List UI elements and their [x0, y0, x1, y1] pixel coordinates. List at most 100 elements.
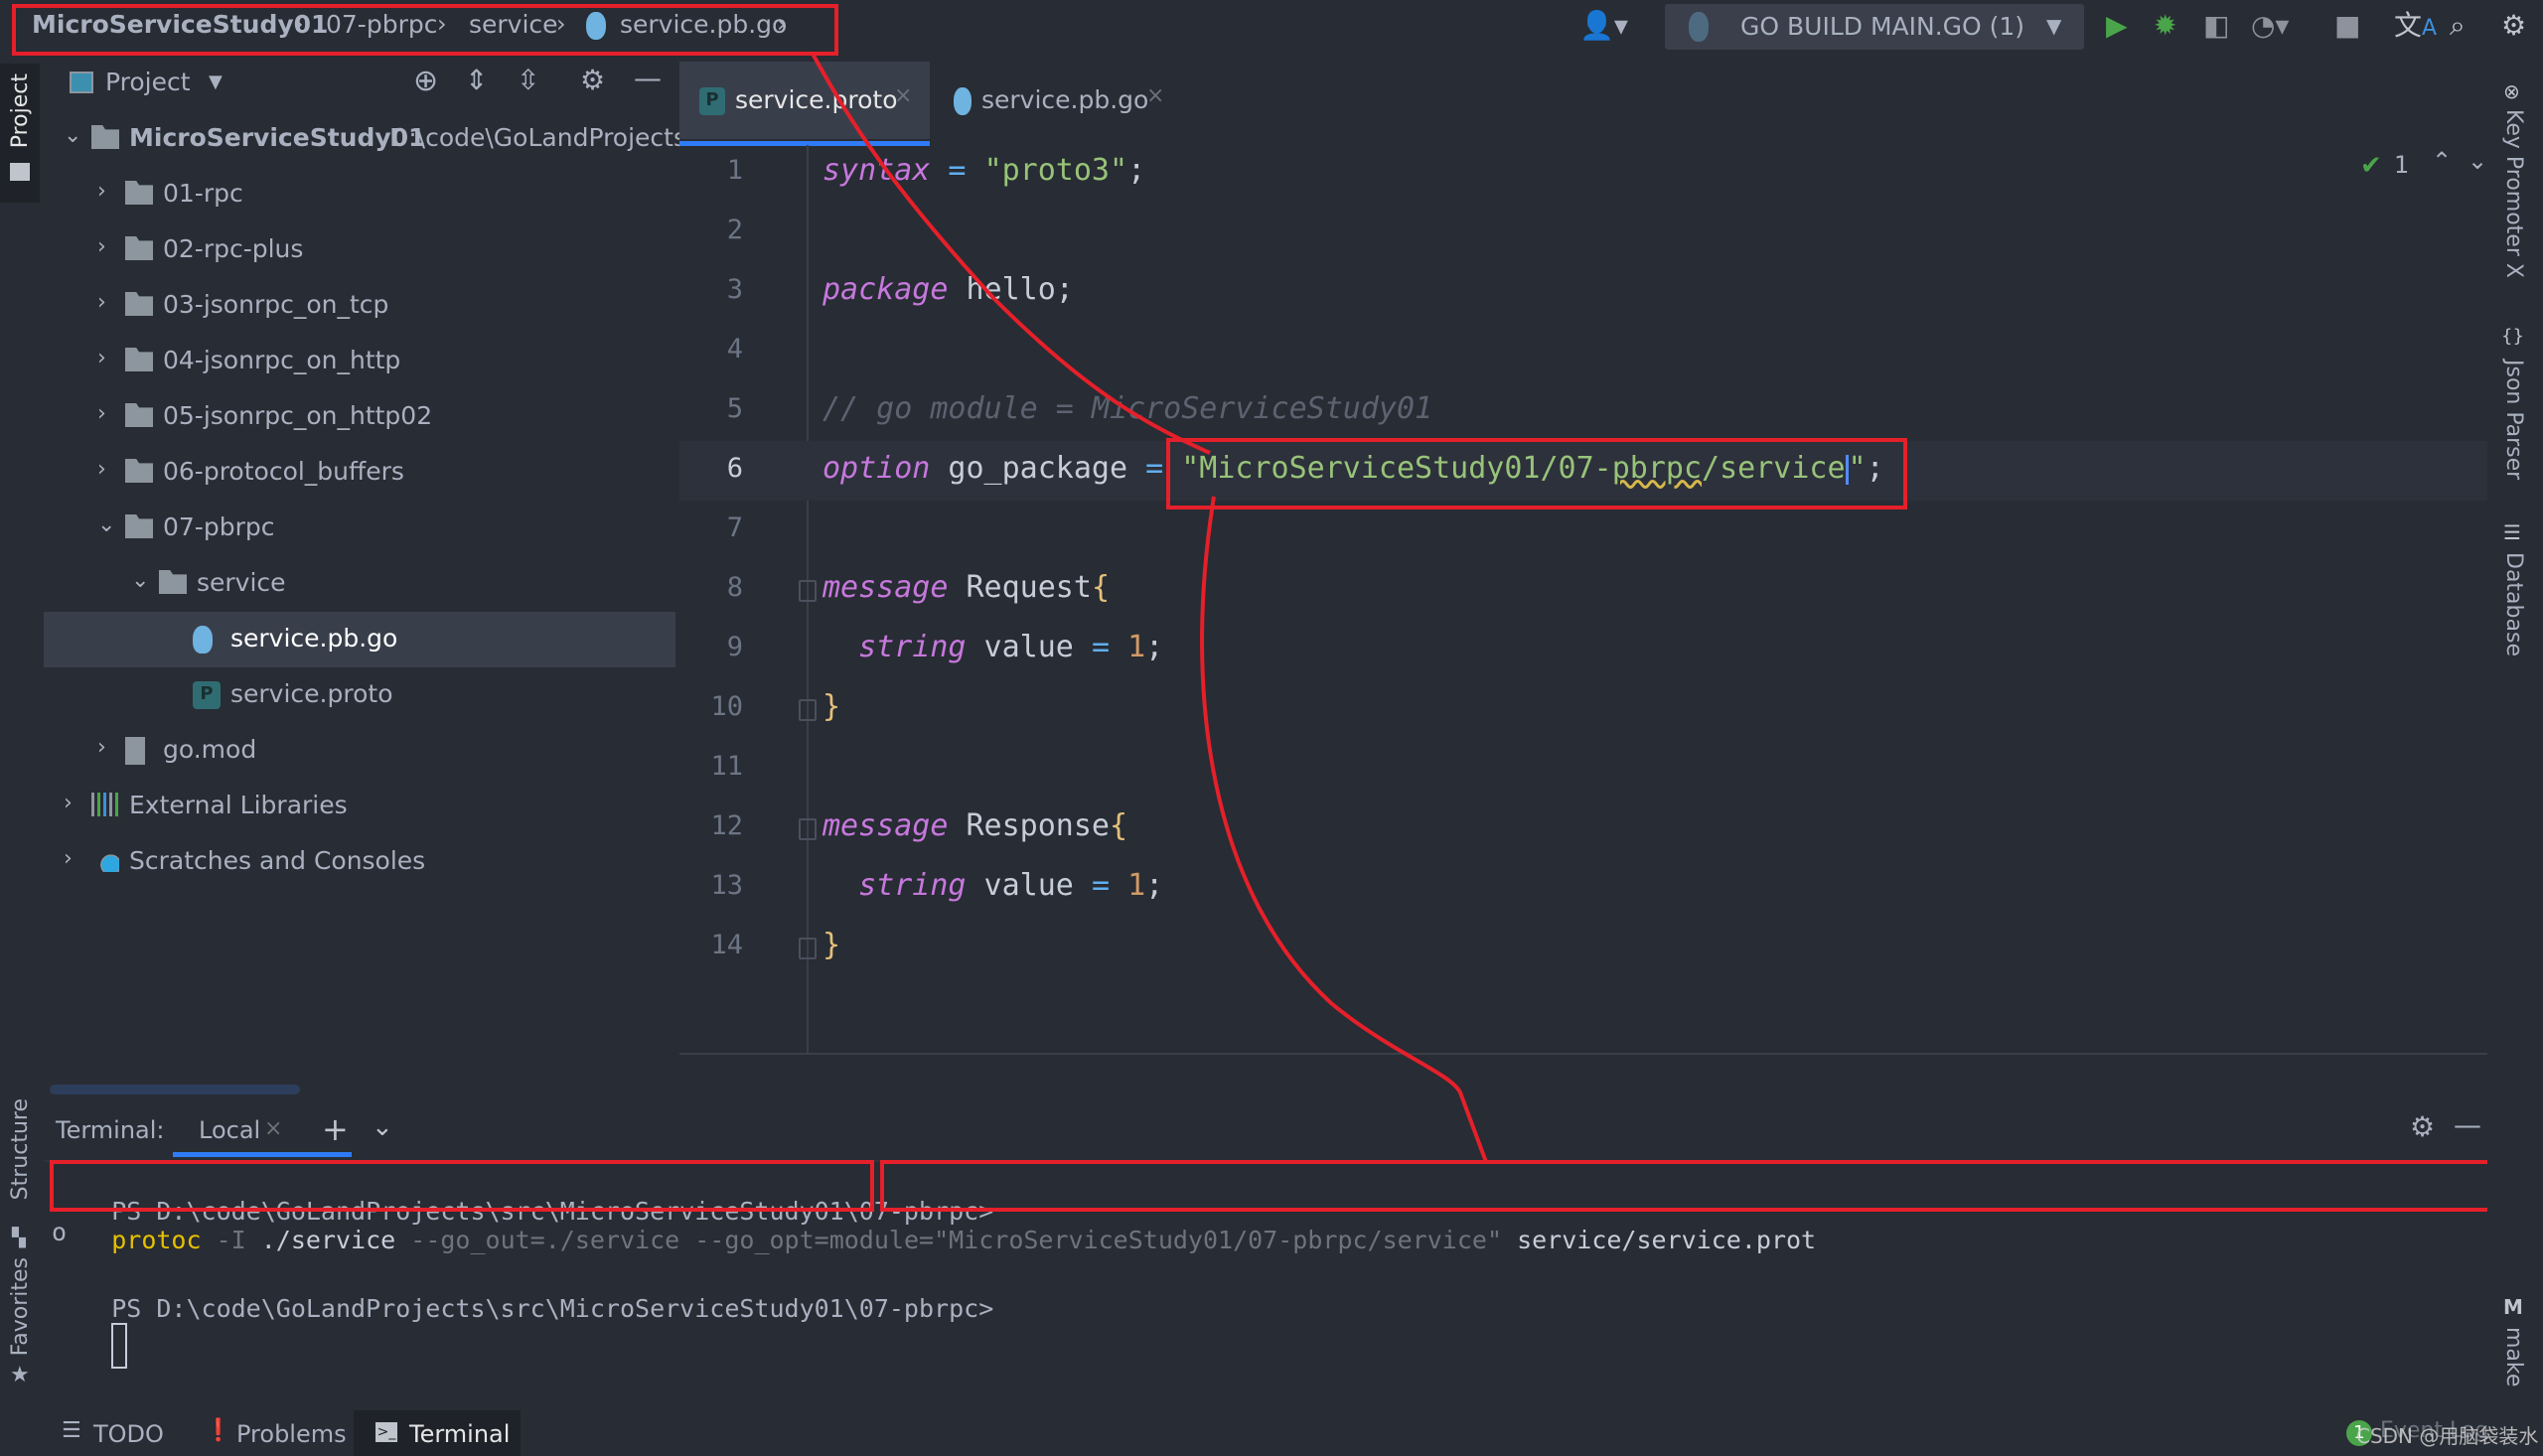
code-token: "proto3"	[983, 153, 1128, 188]
debug-icon[interactable]: ✹	[2154, 10, 2176, 42]
code-token: hello;	[948, 272, 1074, 307]
terminal-line-prompt[interactable]: PS D:\code\GoLandProjects\src\MicroServi…	[52, 1265, 993, 1397]
tree-item[interactable]: ⌄ MicroServiceStudy01 D:\code\GoLandProjec…	[44, 111, 707, 167]
chevron-right-icon[interactable]: ›	[64, 791, 73, 815]
proto-file-icon: P	[193, 681, 221, 709]
search-icon[interactable]: ⌕	[2450, 10, 2466, 42]
chevron-down-icon[interactable]: ▼	[209, 72, 223, 92]
chevron-right-icon[interactable]: ›	[97, 290, 106, 315]
json-parser-tool-button[interactable]: {} Json Parser	[2501, 326, 2531, 544]
close-icon[interactable]: ×	[894, 83, 912, 108]
locate-icon[interactable]: ⊕	[413, 64, 438, 98]
command-token: -I	[201, 1226, 261, 1254]
code-token: syntax	[823, 153, 931, 188]
chevron-right-icon[interactable]: ›	[97, 346, 106, 370]
code-token: message	[823, 570, 949, 605]
code-token: 1	[1127, 868, 1146, 903]
tab-service-pb-go[interactable]: service.pb.go ×	[934, 62, 1172, 139]
user-icon[interactable]: 👤▾	[1579, 10, 1628, 42]
favorites-tool-button[interactable]: Favorites ★	[0, 1247, 40, 1406]
key-promoter-tool-button[interactable]: ⊗ Key Promoter X	[2501, 79, 2531, 308]
run-icon[interactable]: ▶	[2106, 10, 2128, 42]
tree-item[interactable]: › 01-rpc	[44, 167, 675, 222]
expand-all-icon[interactable]: ⇕	[465, 64, 488, 96]
translate-icon[interactable]: 文A	[2394, 10, 2437, 45]
tree-item[interactable]: ⌄ 07-pbrpc	[44, 501, 675, 556]
coverage-icon[interactable]: ◧	[2203, 10, 2229, 42]
stop-icon[interactable]: ■	[2334, 10, 2360, 42]
library-icon	[91, 793, 119, 816]
inspection-count[interactable]: 1	[2394, 151, 2409, 179]
editor-horizontal-scrollbar[interactable]	[50, 1085, 300, 1094]
breadcrumb-separator: ›	[294, 10, 304, 38]
breadcrumb-file[interactable]: service.pb.go	[620, 10, 787, 39]
make-icon: M	[2503, 1295, 2523, 1319]
chevron-down-icon[interactable]: ⌄	[64, 123, 81, 148]
tree-item[interactable]: › 02-rpc-plus	[44, 222, 675, 278]
go-file-icon	[586, 12, 606, 40]
active-tab-indicator	[679, 141, 930, 146]
chevron-right-icon[interactable]: ›	[97, 735, 106, 760]
chevron-right-icon[interactable]: ›	[97, 401, 106, 426]
chevron-right-icon[interactable]: ›	[97, 234, 106, 259]
tree-item[interactable]: service.pb.go	[44, 612, 675, 667]
hide-icon[interactable]: —	[2454, 1108, 2481, 1141]
profile-icon[interactable]: ◔▾	[2251, 10, 2290, 42]
tree-item[interactable]: › 03-jsonrpc_on_tcp	[44, 278, 675, 334]
chevron-right-icon[interactable]: ›	[64, 846, 73, 871]
run-configuration-selector[interactable]: GO BUILD MAIN.GO (1) ▼	[1665, 4, 2084, 50]
fold-marker-icon[interactable]	[799, 699, 817, 721]
close-icon[interactable]: ×	[264, 1116, 282, 1141]
database-tool-button[interactable]: ☰ Database	[2501, 520, 2531, 709]
new-terminal-icon[interactable]: +	[322, 1110, 349, 1148]
settings-icon[interactable]: ⚙	[2501, 10, 2526, 42]
hide-icon[interactable]: —	[634, 62, 662, 94]
problems-tab[interactable]: ❗ Problems	[199, 1410, 348, 1456]
chevron-right-icon[interactable]: ›	[97, 179, 106, 204]
tree-item[interactable]: › 06-protocol_buffers	[44, 445, 675, 501]
project-view-selector[interactable]: Project	[105, 68, 191, 96]
structure-tool-button[interactable]: Structure ▚	[0, 1079, 40, 1257]
previous-highlight-icon[interactable]: ⌃	[2432, 147, 2452, 175]
line-number: 7	[726, 512, 743, 543]
key-promoter-icon: ⊗	[2503, 79, 2520, 103]
breadcrumb-subfolder[interactable]: service	[469, 10, 558, 39]
fold-marker-icon[interactable]	[799, 818, 817, 840]
structure-icon: ▚	[12, 1228, 26, 1248]
tree-item[interactable]: Pservice.proto	[44, 667, 675, 723]
settings-icon[interactable]: ⚙	[580, 64, 605, 96]
tree-item[interactable]: › 04-jsonrpc_on_http	[44, 334, 675, 389]
chevron-down-icon[interactable]: ⌄	[131, 568, 149, 593]
file-icon	[125, 737, 145, 765]
bottom-tool-bar: ☰ TODO ❗ Problems >_ Terminal 1 Event Lo…	[0, 1410, 2543, 1456]
json-parser-label: Json Parser	[2501, 360, 2526, 481]
tab-service-proto[interactable]: P service.proto ×	[679, 62, 930, 146]
code-token: =	[1091, 868, 1110, 903]
tree-item-label: 02-rpc-plus	[163, 234, 304, 263]
settings-icon[interactable]: ⚙	[2410, 1110, 2435, 1143]
project-tool-button[interactable]: Project	[0, 64, 40, 203]
collapse-all-icon[interactable]: ⇳	[517, 64, 539, 96]
chevron-right-icon[interactable]: ›	[97, 457, 106, 482]
next-highlight-icon[interactable]: ⌄	[2468, 147, 2487, 175]
code-line: }	[823, 689, 840, 724]
fold-marker-icon[interactable]	[799, 938, 817, 959]
tree-item[interactable]: ⌄ service	[44, 556, 675, 612]
go-file-icon	[954, 87, 972, 115]
tree-item[interactable]: › go.mod	[44, 723, 675, 779]
close-icon[interactable]: ×	[1146, 83, 1164, 108]
line-number: 3	[726, 274, 743, 305]
inspection-ok-icon[interactable]: ✔	[2360, 151, 2382, 181]
fold-marker-icon[interactable]	[799, 580, 817, 602]
tree-item[interactable]: › 05-jsonrpc_on_http02	[44, 389, 675, 445]
todo-tab[interactable]: ☰ TODO	[56, 1410, 175, 1456]
breadcrumb-project[interactable]: MicroServiceStudy01	[32, 10, 328, 39]
chevron-down-icon[interactable]: ⌄	[97, 512, 115, 537]
tree-item[interactable]: › Scratches and Consoles	[44, 834, 675, 890]
chevron-down-icon[interactable]: ⌄	[372, 1112, 393, 1142]
tree-item[interactable]: › External Libraries	[44, 779, 675, 834]
terminal-tab[interactable]: >_ Terminal	[354, 1410, 521, 1456]
breadcrumb-folder[interactable]: 07-pbrpc	[326, 10, 437, 39]
